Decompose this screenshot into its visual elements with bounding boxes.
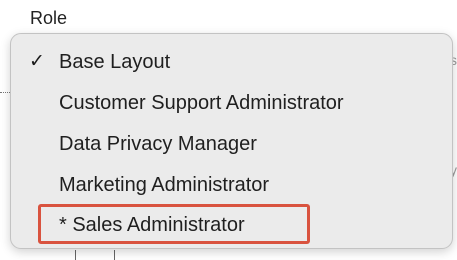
menu-item-label: Customer Support Administrator [59, 92, 344, 114]
role-label: Role [30, 8, 68, 28]
background-tick [114, 250, 115, 260]
highlight-annotation-box [38, 204, 310, 244]
role-dropdown-menu: ✓ Base Layout Customer Support Administr… [10, 33, 453, 249]
background-tick [75, 250, 76, 260]
menu-item-data-privacy-manager[interactable]: Data Privacy Manager [11, 126, 452, 162]
menu-item-marketing-administrator[interactable]: Marketing Administrator [11, 167, 452, 203]
menu-item-base-layout[interactable]: ✓ Base Layout [11, 44, 452, 80]
menu-item-label: Marketing Administrator [59, 174, 270, 196]
checkmark-icon: ✓ [29, 51, 45, 72]
menu-item-customer-support-administrator[interactable]: Customer Support Administrator [11, 85, 452, 121]
menu-item-label: Base Layout [59, 51, 171, 73]
menu-item-label: Data Privacy Manager [59, 133, 257, 155]
